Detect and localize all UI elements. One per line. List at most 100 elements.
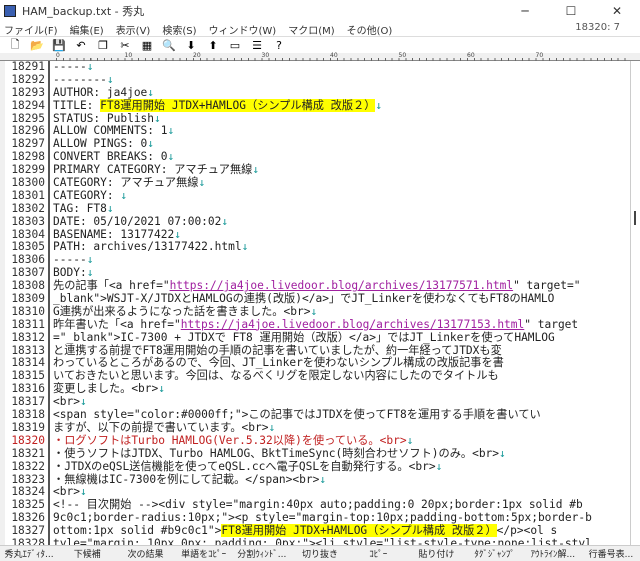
newline-marker-icon: ↓ — [310, 304, 318, 318]
scrollbar-thumb[interactable] — [634, 211, 636, 225]
cursor-position: 18320: 7 — [575, 22, 620, 33]
text-segment: CONVERT BREAKS: 0 — [53, 150, 168, 164]
text-line: 18323 ・無線機はIC-7300を例にして記載。</span><br>↓ — [5, 472, 630, 487]
new-file-icon[interactable]: 🗋 — [8, 38, 22, 52]
text-segment: CATEGORY: アマチュア無線 — [53, 176, 199, 190]
cut-icon[interactable]: ✂ — [118, 39, 132, 52]
menu-item[interactable]: マクロ(M) — [288, 22, 334, 37]
line-number: 18320 — [5, 434, 50, 448]
function-key-button[interactable]: 秀丸ｴﾃﾞｨﾀ... — [0, 547, 58, 560]
menu-item[interactable]: その他(O) — [347, 22, 393, 37]
menu-item[interactable]: ウィンドウ(W) — [209, 22, 277, 37]
line-number: 18294 — [5, 99, 50, 113]
function-key-button[interactable]: ﾀｸﾞｼﾞｬﾝﾌﾟ — [466, 547, 524, 560]
newline-marker-icon: ↓ — [86, 253, 94, 267]
paste-icon[interactable]: ▦ — [140, 39, 154, 52]
text-segment: <!-- 目次開始 --><div style="margin:40px aut… — [53, 498, 583, 512]
copy-icon[interactable]: ❐ — [96, 39, 110, 52]
newline-marker-icon: ↓ — [147, 137, 155, 151]
line-number: 18322 — [5, 460, 50, 474]
line-number: 18292 — [5, 73, 50, 87]
split-icon[interactable]: ☰ — [250, 39, 264, 52]
text-segment: ・ログソフトはTurbo HAMLOG(Ver.5.32以降)を使っている。<b… — [53, 433, 407, 447]
app-icon — [4, 5, 16, 17]
function-key-button[interactable]: 下候補 — [58, 547, 116, 560]
function-key-button[interactable]: 単語をｺﾋﾟｰ — [175, 547, 233, 560]
newline-marker-icon: ↓ — [241, 240, 249, 254]
text-line: 18305 PATH: archives/13177422.html↓ — [5, 240, 630, 255]
newline-marker-icon: ↓ — [86, 61, 94, 73]
url-link[interactable]: https://ja4joe.livedoor.blog/archives/13… — [181, 318, 525, 331]
window-icon[interactable]: ▭ — [228, 39, 242, 52]
text-segment: BASENAME: 13177422 — [53, 227, 175, 241]
text-segment: G連携が出来るようになった話を書きました。<br> — [53, 304, 311, 318]
search-down-icon[interactable]: ⬇ — [184, 39, 198, 52]
line-number: 18318 — [5, 408, 50, 422]
menu-item[interactable]: ファイル(F) — [4, 22, 58, 37]
text-segment: STATUS: Publish — [53, 111, 155, 125]
line-number: 18301 — [5, 189, 50, 203]
ruler-label: 0 — [56, 52, 60, 59]
line-number: 18321 — [5, 447, 50, 461]
toolbar: 🗋 📂 💾 ↶ ❐ ✂ ▦ 🔍 ⬇ ⬆ ▭ ☰? — [0, 36, 640, 53]
text-segment: ottom:1px solid #b9c0c1"> — [53, 524, 222, 538]
minimize-button[interactable]: ─ — [502, 0, 548, 22]
newline-marker-icon: ↓ — [86, 266, 94, 280]
function-key-button[interactable]: 次の結果 — [116, 547, 174, 560]
text-segment: ・使うソフトはJTDX、Turbo HAMLOG、BktTimeSync(時刻合… — [53, 446, 500, 460]
search-icon[interactable]: 🔍 — [162, 39, 176, 52]
line-number: 18303 — [5, 215, 50, 229]
text-line: 18316 変更しました。<br>↓ — [5, 382, 630, 397]
window-title: HAM_backup.txt - 秀丸 — [22, 5, 145, 18]
text-segment: _blank">WSJT-X/JTDXとHAMLOGの連携(改版)</a>」でJ… — [53, 292, 555, 306]
text-segment: BODY: — [53, 266, 87, 280]
undo-icon[interactable]: ↶ — [74, 39, 88, 52]
function-key-button[interactable]: 分割ｳｨﾝﾄﾞ... — [233, 547, 291, 560]
line-number: 18328 — [5, 537, 50, 545]
text-segment: ----- — [53, 253, 87, 267]
newline-marker-icon: ↓ — [499, 446, 506, 460]
text-segment: と連携する前提でFT8運用開始の手順の記事を書いていましたが、約一年経ってJTD… — [53, 343, 502, 357]
close-button[interactable]: ✕ — [594, 0, 640, 22]
function-key-button[interactable]: 行番号表... — [582, 547, 640, 560]
newline-marker-icon: ↓ — [147, 85, 155, 99]
highlighted-text: FT8運用開始 JTDX+HAMLOG（シンプル構成 改版２） — [221, 524, 497, 538]
menu-item[interactable]: 編集(E) — [70, 22, 104, 37]
function-key-button[interactable]: ｺﾋﾟｰ — [349, 547, 407, 560]
text-segment: 先の記事「<a href=" — [53, 279, 170, 293]
search-up-icon[interactable]: ⬆ — [206, 39, 220, 52]
ruler-label: 70 — [535, 52, 544, 59]
function-key-button[interactable]: ｱｳﾄﾗｲﾝ解... — [524, 547, 582, 560]
open-folder-icon[interactable]: 📂 — [30, 39, 44, 52]
newline-marker-icon: ↓ — [120, 188, 128, 202]
newline-marker-icon: ↓ — [106, 201, 114, 215]
text-editor[interactable]: 18291 -----↓ 18292 --------↓ 18293 AUTHOR: ja… — [0, 61, 630, 545]
ruler-label: 20 — [193, 52, 201, 59]
newline-marker-icon: ↓ — [167, 150, 175, 164]
text-line: 18328 tyle="margin: 10px 0px; padding: 0p… — [5, 537, 630, 545]
vertical-scrollbar[interactable] — [630, 61, 640, 545]
line-text: ・無線機はIC-7300を例にして記載。</span><br>↓ — [50, 472, 326, 487]
maximize-button[interactable]: ☐ — [548, 0, 594, 22]
text-segment: <br> — [53, 485, 80, 499]
text-segment: ・無線機はIC-7300を例にして記載。</span><br> — [53, 472, 320, 486]
line-number: 18302 — [5, 202, 50, 216]
url-link[interactable]: https://ja4joe.livedoor.blog/archives/13… — [170, 279, 514, 292]
newline-marker-icon: ↓ — [198, 176, 206, 190]
function-key-button[interactable]: 切り抜き — [291, 547, 349, 560]
function-key-button[interactable]: 貼り付け — [407, 547, 465, 560]
save-icon[interactable]: 💾 — [52, 39, 66, 52]
newline-marker-icon: ↓ — [268, 420, 276, 434]
menu-item[interactable]: 検索(S) — [162, 22, 196, 37]
text-segment: TAG: FT8 — [53, 201, 107, 215]
newline-marker-icon: ↓ — [406, 433, 414, 447]
line-number: 18311 — [5, 318, 50, 332]
menu-item[interactable]: 表示(V) — [116, 22, 151, 37]
text-segment: " target=" — [513, 279, 581, 293]
help-icon[interactable]: ? — [272, 39, 286, 52]
text-segment: 昨年書いた「<a href=" — [53, 317, 181, 331]
text-segment: " target — [524, 317, 579, 331]
newline-marker-icon: ↓ — [375, 98, 383, 112]
text-segment: いておきたいと思います。今回は、なるべくリグを限定しない内容にしたのでタイトルも — [53, 369, 499, 383]
line-number: 18310 — [5, 305, 50, 319]
